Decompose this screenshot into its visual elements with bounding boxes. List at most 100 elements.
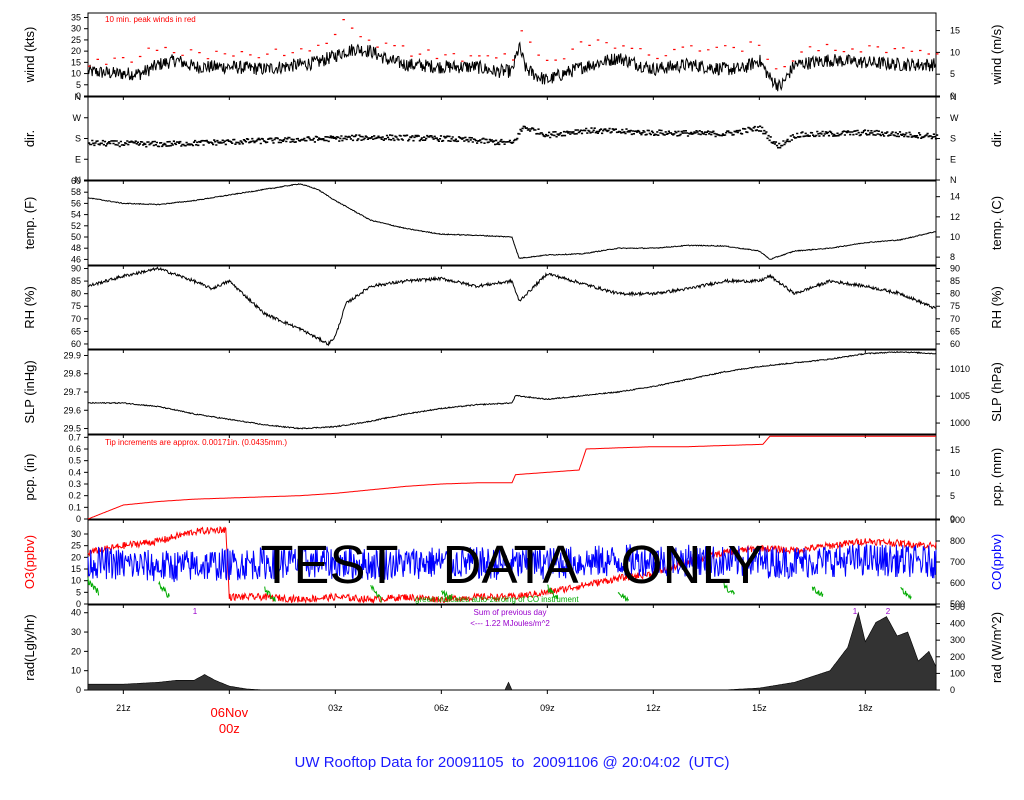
right-tick-label: 5 <box>950 491 955 501</box>
right-tick-label: 500 <box>950 602 965 612</box>
x-tick-label: 09z <box>540 703 555 713</box>
series-gas-2 <box>811 586 824 597</box>
left-tick-label: S <box>75 134 81 144</box>
right-tick-label: 65 <box>950 326 960 336</box>
right-tick-label: 60 <box>950 339 960 349</box>
panel-rh: 60 65 70 75 80 85 90 60 65 70 75 80 85 90 RH (%) RH (%) <box>22 264 1004 353</box>
left-axis-title: rad(Lgly/hr) <box>22 614 37 680</box>
left-tick-label: N <box>75 92 82 102</box>
series-dir-0 <box>88 125 939 149</box>
right-tick-label: S <box>950 134 956 144</box>
right-tick-label: 100 <box>950 668 965 678</box>
x-tick-label: 15z <box>752 703 767 713</box>
wind-annotation: 10 min. peak winds in red <box>105 15 196 24</box>
left-tick-label: 40 <box>71 608 81 618</box>
left-tick-label: 20 <box>71 552 81 562</box>
right-tick-label: E <box>950 154 956 164</box>
left-tick-label: 0 <box>76 685 81 695</box>
left-tick-label: 15 <box>71 57 81 67</box>
left-tick-label: 54 <box>71 210 81 220</box>
left-tick-label: 60 <box>71 339 81 349</box>
right-tick-label: 1005 <box>950 391 970 401</box>
series-pcp-0 <box>87 435 936 520</box>
right-tick-label: 300 <box>950 635 965 645</box>
time-axis: 21z 03z 06z 09z 12z 15z 18z 06Nov00z <box>116 703 873 736</box>
right-tick-label: 75 <box>950 301 960 311</box>
rooftop-data-chart: 05101520253035051015wind (kts) wind (m/s)… <box>22 12 1004 771</box>
radiation-marker: 2 <box>886 607 891 616</box>
left-tick-label: 0.1 <box>68 502 81 512</box>
panel-frame <box>87 12 937 97</box>
panel-rad: 0102030400100200300400500rad(Lgly/hr) rad… <box>22 602 1004 695</box>
panel-slp: 29.529.629.729.829.9100010051010SLP (inH… <box>22 349 1004 438</box>
left-tick-label: 10 <box>71 69 81 79</box>
radiation-marker: 1 <box>193 607 198 616</box>
left-tick-label: 60 <box>71 176 81 186</box>
left-axis-title: O3(ppbv) <box>22 535 37 589</box>
right-tick-label: 400 <box>950 619 965 629</box>
left-tick-label: 29.7 <box>63 387 81 397</box>
right-axis-title: wind (m/s) <box>989 25 1004 86</box>
left-axis-title: SLP (inHg) <box>22 360 37 423</box>
left-tick-label: 20 <box>71 46 81 56</box>
right-tick-label: 15 <box>950 445 960 455</box>
co-zeroing-annotation: green indicates auto-zeroing of CO instr… <box>415 595 579 604</box>
left-tick-label: 25 <box>71 35 81 45</box>
left-tick-label: 10 <box>71 666 81 676</box>
left-tick-label: 90 <box>71 264 81 274</box>
right-tick-label: 90 <box>950 264 960 274</box>
left-tick-label: 25 <box>71 541 81 551</box>
right-axis-title: CO(ppbv) <box>989 534 1004 590</box>
left-tick-label: 0.6 <box>68 444 81 454</box>
right-tick-label: 70 <box>950 314 960 324</box>
chart-title: UW Rooftop Data for 20091105 to 20091106… <box>295 754 730 771</box>
x-tick-label: 03z <box>328 703 343 713</box>
right-tick-label: 80 <box>950 289 960 299</box>
panel-frame <box>87 349 937 435</box>
series-rh-0 <box>87 266 937 347</box>
series-gas-2 <box>87 577 100 596</box>
right-tick-label: 14 <box>950 192 960 202</box>
panel-frame <box>87 265 937 350</box>
radiation-marker: 1 <box>853 607 858 616</box>
left-tick-label: 0.2 <box>68 491 81 501</box>
right-tick-label: 8 <box>950 252 955 262</box>
right-tick-label: 10 <box>950 47 960 57</box>
x-tick-label: 21z <box>116 703 131 713</box>
left-tick-label: 15 <box>71 564 81 574</box>
left-tick-label: 29.8 <box>63 369 81 379</box>
left-tick-label: E <box>75 154 81 164</box>
right-axis-title: temp. (C) <box>989 196 1004 250</box>
left-axis-title: temp. (F) <box>22 197 37 250</box>
right-axis-title: dir. <box>989 130 1004 147</box>
radiation-sum-label: Sum of previous day <box>474 608 547 617</box>
left-tick-label: 0.7 <box>68 432 81 442</box>
left-tick-label: 29.9 <box>63 350 81 360</box>
precip-annotation: Tip increments are approx. 0.00171in. (0… <box>105 438 287 447</box>
left-axis-title: pcp. (in) <box>22 454 37 501</box>
left-tick-label: 0.5 <box>68 456 81 466</box>
left-tick-label: 10 <box>71 576 81 586</box>
panel-frame <box>87 180 937 266</box>
right-tick-label: N <box>950 175 957 185</box>
right-axis-title: RH (%) <box>989 286 1004 329</box>
right-tick-label: 10 <box>950 468 960 478</box>
right-tick-label: 1000 <box>950 418 970 428</box>
left-tick-label: 30 <box>71 529 81 539</box>
panel-frame <box>87 434 937 520</box>
left-axis-title: wind (kts) <box>22 27 37 84</box>
panel-dir: NESWNNESWNdir. dir. <box>22 92 1004 185</box>
right-axis-title: SLP (hPa) <box>989 362 1004 422</box>
left-tick-label: 30 <box>71 24 81 34</box>
x-tick-label: 18z <box>858 703 873 713</box>
right-tick-label: N <box>950 92 957 102</box>
right-tick-label: 0 <box>950 685 955 695</box>
panel-frame <box>87 96 937 181</box>
day-marker-hour: 00z <box>219 721 240 736</box>
right-tick-label: 12 <box>950 212 960 222</box>
right-tick-label: 200 <box>950 652 965 662</box>
left-tick-label: 80 <box>71 289 81 299</box>
right-tick-label: 700 <box>950 557 965 567</box>
left-tick-label: 20 <box>71 646 81 656</box>
left-tick-label: 0.4 <box>68 467 81 477</box>
